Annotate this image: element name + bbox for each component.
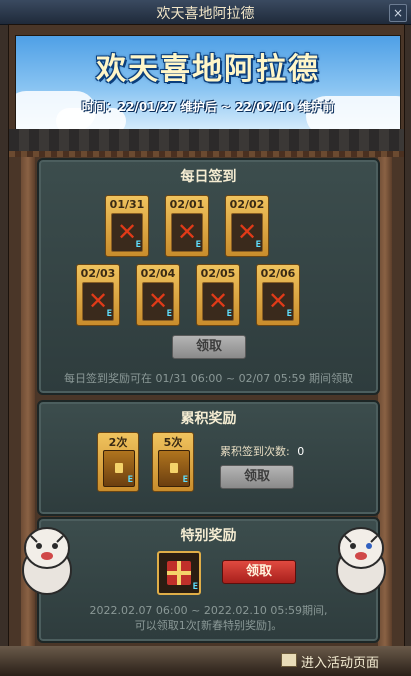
- signin-day-date: 02/03: [80, 267, 116, 280]
- signin-day-date: 02/06: [260, 267, 296, 280]
- roof-trim: [9, 151, 404, 157]
- item-slot: ✕ E: [231, 213, 263, 252]
- signin-day[interactable]: 02/05 ✕ E: [196, 264, 240, 326]
- treasure-chest-icon: E: [103, 450, 135, 487]
- event-window: 欢天喜地阿拉德 时间：22/01/27 维护后 ~ 22/02/10 维护前 每…: [8, 24, 405, 648]
- cumulative-reward[interactable]: 5次 E: [152, 432, 194, 492]
- signin-day[interactable]: 01/31 ✕ E: [105, 195, 149, 257]
- window-title: 欢天喜地阿拉德: [156, 6, 255, 22]
- item-tag: E: [192, 582, 198, 592]
- tiger-mascot-right: [336, 527, 386, 595]
- item-slot: ✕ E: [82, 282, 114, 321]
- special-note-line2: 可以领取1次[新春特别奖励]。: [134, 619, 283, 632]
- cumulative-reward[interactable]: 2次 E: [97, 432, 139, 492]
- item-slot: ✕ E: [202, 282, 234, 321]
- item-tag: E: [166, 309, 172, 319]
- special-reward-item[interactable]: E: [157, 551, 201, 595]
- item-tag: E: [226, 309, 232, 319]
- daily-claim-note: 每日签到奖励可在 01/31 06:00 ~ 02/07 05:59 期间领取: [64, 372, 353, 385]
- reward-count: 2次: [108, 436, 128, 449]
- signin-day[interactable]: 02/02 ✕ E: [225, 195, 269, 257]
- tiger-mascot-left: [22, 527, 72, 595]
- title-bar: 欢天喜地阿拉德 ×: [0, 0, 411, 25]
- reward-count: 5次: [163, 436, 183, 449]
- item-slot: ✕ E: [142, 282, 174, 321]
- event-banner: 欢天喜地阿拉德 时间：22/01/27 维护后 ~ 22/02/10 维护前: [15, 35, 401, 132]
- signin-count-label: 累积签到次数:: [220, 445, 290, 458]
- footer-bar: 进入活动页面: [0, 646, 411, 676]
- signin-day-date: 02/02: [229, 198, 265, 211]
- item-slot: ✕ E: [111, 213, 143, 252]
- gift-icon: [167, 561, 191, 585]
- signin-count-row: 累积签到次数: 0: [220, 443, 304, 459]
- enter-event-page-label: 进入活动页面: [300, 656, 379, 671]
- book-icon: [280, 653, 297, 667]
- enter-event-page-link[interactable]: 进入活动页面: [280, 652, 379, 671]
- signin-day-date: 01/31: [109, 198, 145, 211]
- signin-day-date: 02/04: [140, 267, 176, 280]
- cumulative-reward-panel: 累积奖励 2次 E 5次 E 累积签到次数: 0 领取: [37, 400, 380, 516]
- treasure-chest-icon: E: [158, 450, 190, 487]
- signin-day[interactable]: 02/06 ✕ E: [256, 264, 300, 326]
- item-tag: E: [182, 475, 188, 485]
- signin-day[interactable]: 02/03 ✕ E: [76, 264, 120, 326]
- daily-signin-panel: 每日签到 01/31 ✕ E 02/01 ✕ E 02/02 ✕ E 02/03: [37, 158, 380, 395]
- signin-day[interactable]: 02/04 ✕ E: [136, 264, 180, 326]
- daily-claim-button[interactable]: 领取: [172, 335, 246, 359]
- banner-title: 欢天喜地阿拉德: [96, 52, 320, 87]
- signin-count-value: 0: [297, 445, 305, 458]
- cumulative-title: 累积奖励: [180, 411, 237, 427]
- daily-signin-title: 每日签到: [180, 169, 237, 185]
- event-period: 时间：22/01/27 维护后 ~ 22/02/10 维护前: [81, 100, 335, 114]
- special-claim-button[interactable]: 领取: [222, 560, 296, 584]
- special-note-line1: 2022.02.07 06:00 ~ 2022.02.10 05:59期间,: [89, 604, 328, 617]
- close-icon[interactable]: ×: [389, 4, 407, 22]
- signin-day[interactable]: 02/01 ✕ E: [165, 195, 209, 257]
- signin-day-date: 02/01: [169, 198, 205, 211]
- item-tag: E: [135, 240, 141, 250]
- item-tag: E: [255, 240, 261, 250]
- item-tag: E: [127, 475, 133, 485]
- item-tag: E: [195, 240, 201, 250]
- item-tag: E: [106, 309, 112, 319]
- item-tag: E: [286, 309, 292, 319]
- item-slot: ✕ E: [262, 282, 294, 321]
- cumulative-claim-button[interactable]: 领取: [220, 465, 294, 489]
- signin-day-date: 02/05: [200, 267, 236, 280]
- item-slot: ✕ E: [171, 213, 203, 252]
